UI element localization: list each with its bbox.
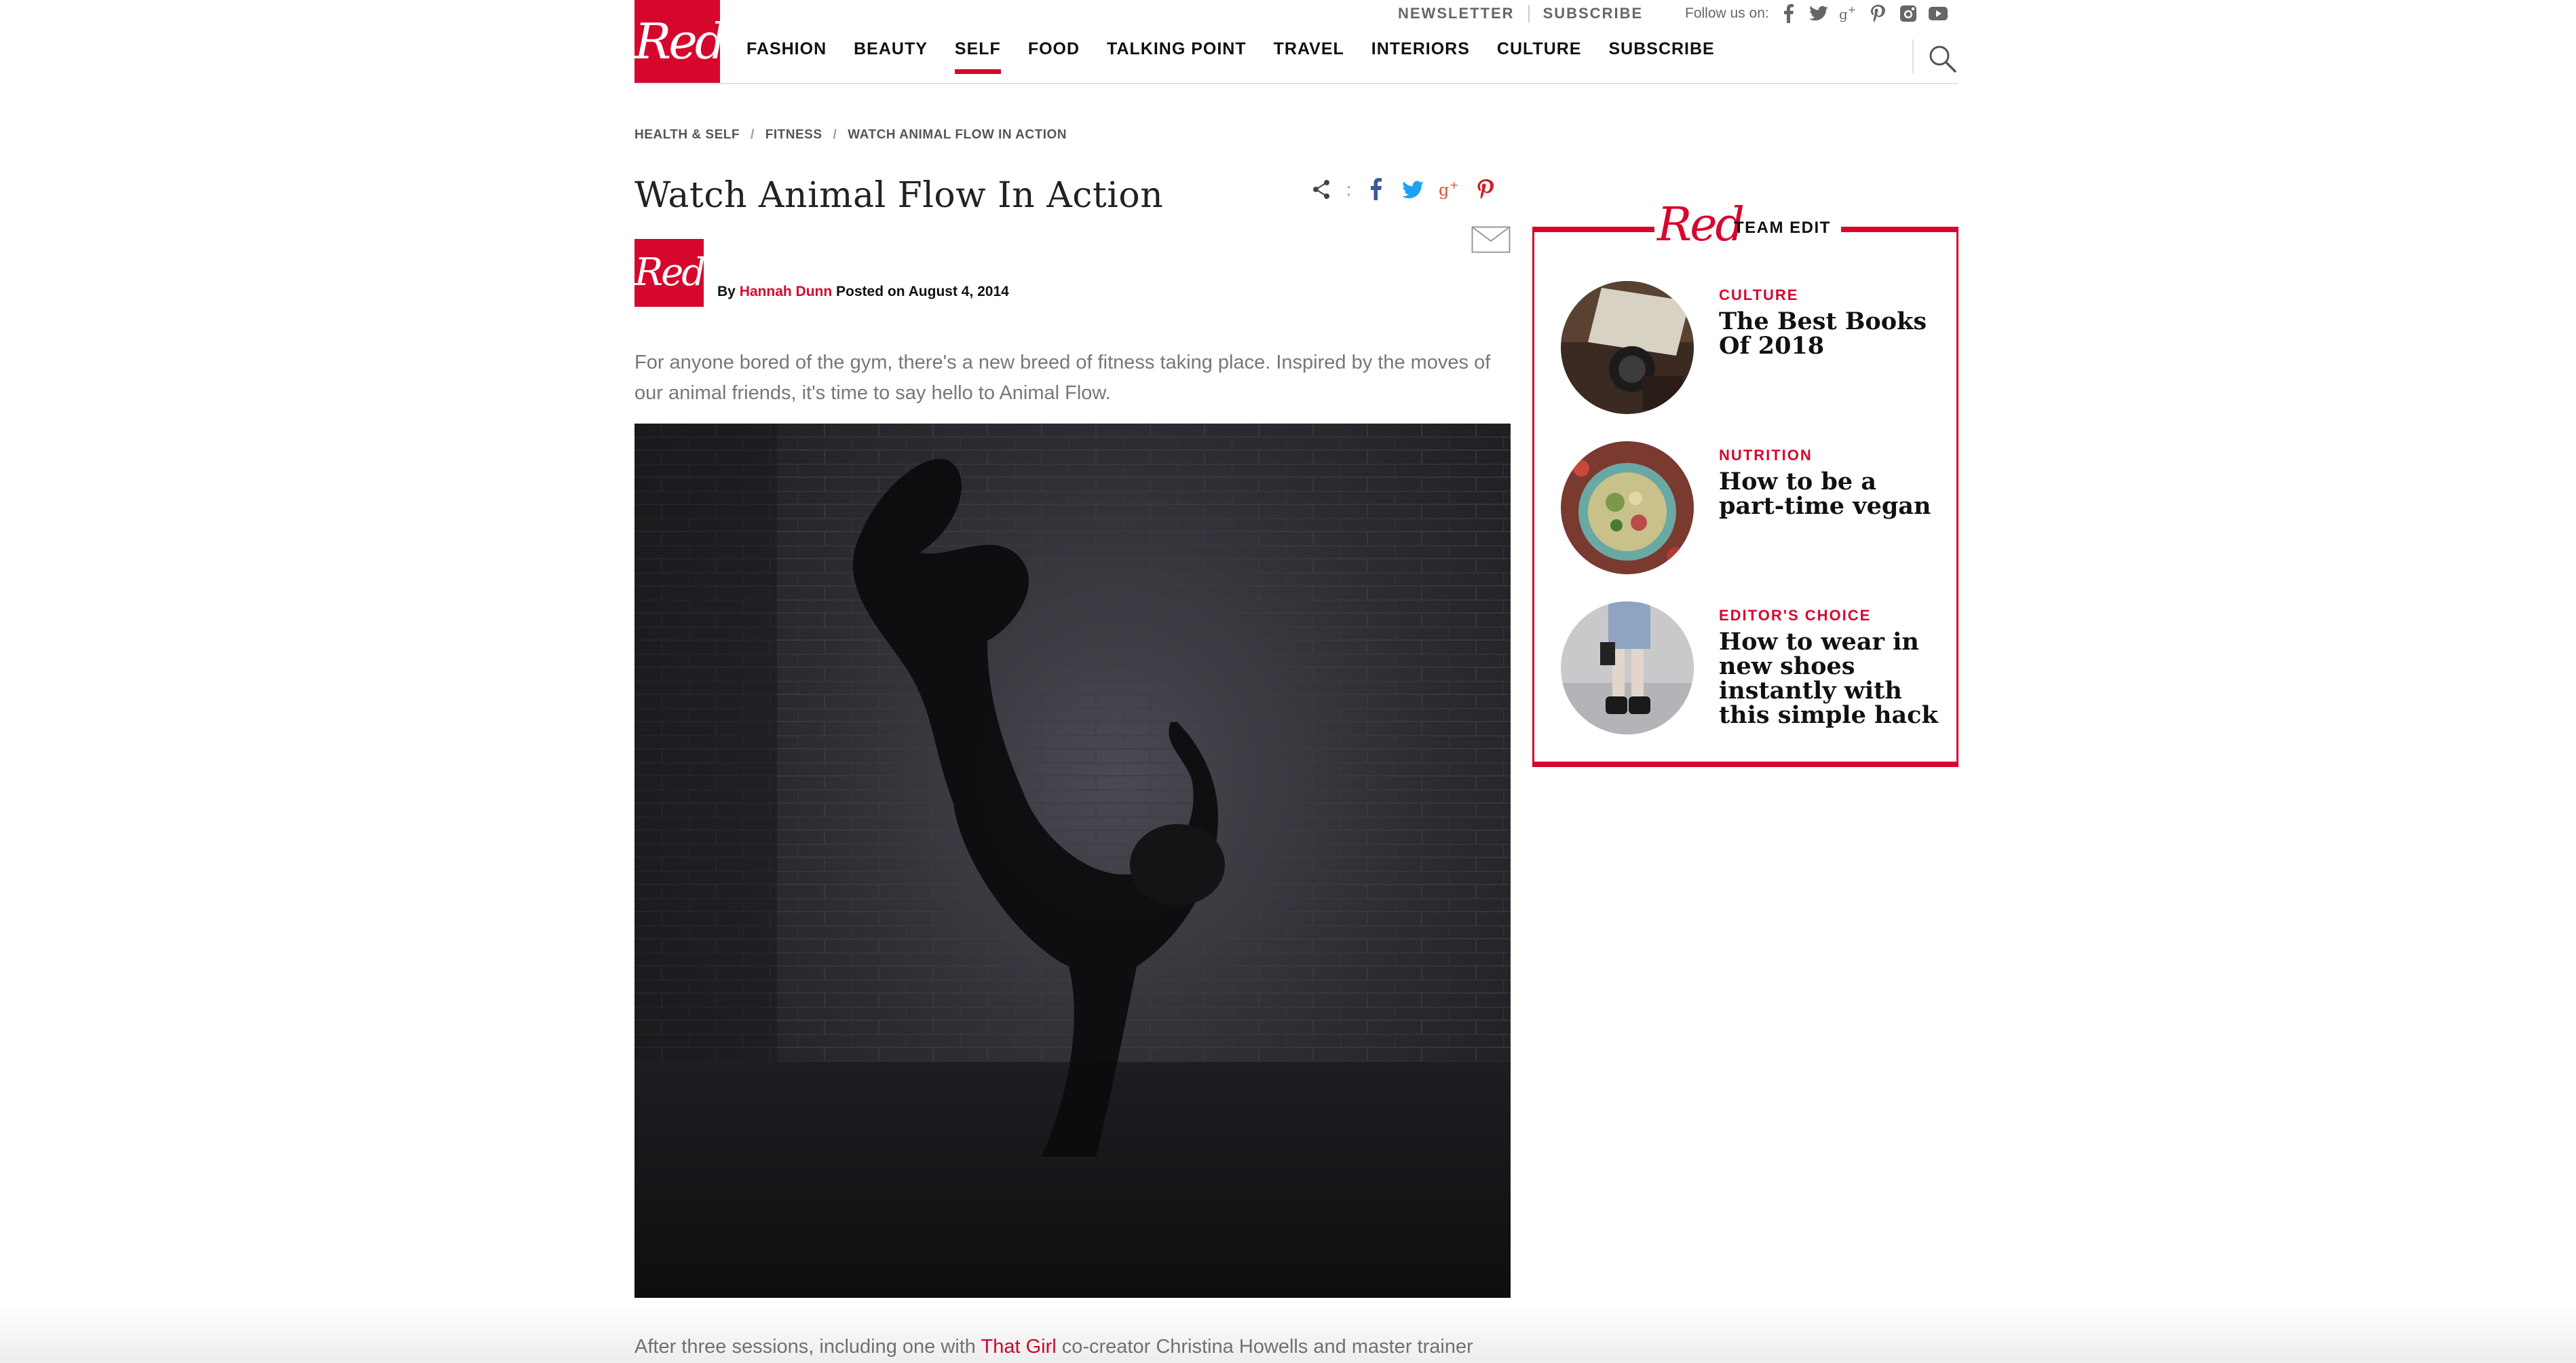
svg-text:g: g [1839,6,1848,22]
follow-us: Follow us on: g + [1685,3,1948,24]
team-edit-title: TEAM EDIT [1734,219,1831,237]
team-edit-logo: Red [1657,198,1745,252]
team-edit-border-right [1841,227,1958,232]
item-category[interactable]: CULTURE [1719,286,1798,304]
search-icon[interactable] [1926,42,1958,75]
facebook-share-icon[interactable] [1365,178,1388,201]
item-category[interactable]: NUTRITION [1719,447,1813,464]
byline: By Hannah Dunn Posted on August 4, 2014 [717,284,1009,300]
nav-culture[interactable]: CULTURE [1497,39,1582,74]
follow-label: Follow us on: [1685,5,1769,21]
pinterest-icon[interactable] [1868,3,1889,24]
vegan-salad-thumbnail[interactable] [1561,441,1694,574]
team-edit-border-left [1532,227,1654,232]
posted-label: Posted on [836,284,905,299]
breadcrumb-fitness[interactable]: FITNESS [765,128,822,143]
nav-talking-point[interactable]: TALKING POINT [1107,39,1247,74]
article-intro: For anyone bored of the gym, there's a n… [634,352,1491,404]
search-divider [1912,39,1914,73]
breadcrumb-separator: / [750,128,755,142]
by-label: By [717,284,736,299]
that-girl-link[interactable]: That Girl [981,1336,1056,1358]
breadcrumb: HEALTH & SELF / FITNESS / WATCH ANIMAL F… [634,128,1067,143]
nav-fashion[interactable]: FASHION [746,39,827,74]
svg-text:+: + [1450,179,1458,191]
youtube-icon[interactable] [1928,3,1948,24]
nav-divider [634,83,1958,84]
team-edit-item[interactable]: EDITOR'S CHOICE How to wear in new shoes… [1561,601,1941,737]
nav-food[interactable]: FOOD [1028,39,1080,74]
facebook-icon[interactable] [1779,3,1799,24]
share-bar: : g + [1310,178,1498,201]
red-logo[interactable]: Red [634,0,726,83]
body-text-start: After three sessions, including one with [634,1336,981,1358]
nav-subscribe[interactable]: SUBSCRIBE [1608,39,1714,74]
top-links-divider [1528,5,1530,22]
breadcrumb-health-self[interactable]: HEALTH & SELF [634,128,740,143]
author-link[interactable]: Hannah Dunn [740,284,833,299]
article-title: Watch Animal Flow In Action [634,175,1164,216]
team-edit-item[interactable]: CULTURE The Best Books Of 2018 [1561,281,1941,417]
share-icon[interactable] [1310,178,1333,201]
nav-interiors[interactable]: INTERIORS [1371,39,1470,74]
nav-beauty[interactable]: BEAUTY [854,39,928,74]
svg-text:+: + [1848,5,1856,16]
newsletter-link[interactable]: NEWSLETTER [1398,5,1515,22]
author-avatar: Red [634,239,706,307]
breadcrumb-current: WATCH ANIMAL FLOW IN ACTION [848,128,1067,142]
mail-icon[interactable] [1471,226,1511,253]
article-body: After three sessions, including one with… [634,1332,1517,1362]
twitter-share-icon[interactable] [1401,178,1424,201]
item-headline[interactable]: How to wear in new shoes instantly with … [1719,630,1943,728]
post-date: August 4, 2014 [908,284,1009,299]
svg-text:g: g [1439,181,1449,200]
shoes-thumbnail[interactable] [1561,601,1694,734]
item-headline[interactable]: The Best Books Of 2018 [1719,310,1943,358]
instagram-icon[interactable] [1898,3,1918,24]
books-thumbnail[interactable] [1561,281,1694,414]
top-links: NEWSLETTER SUBSCRIBE [1398,3,1643,24]
pinterest-share-icon[interactable] [1475,178,1498,201]
twitter-icon[interactable] [1808,3,1829,24]
breadcrumb-separator: / [833,128,837,142]
main-nav: FASHION BEAUTY SELF FOOD TALKING POINT T… [746,39,1715,74]
team-edit-item[interactable]: NUTRITION How to be a part-time vegan [1561,441,1941,577]
nav-travel[interactable]: TRAVEL [1274,39,1344,74]
share-separator: : [1346,179,1352,200]
item-category[interactable]: EDITOR'S CHOICE [1719,607,1871,624]
subscribe-link[interactable]: SUBSCRIBE [1543,5,1644,22]
google-plus-share-icon[interactable]: g + [1438,178,1461,201]
google-plus-icon[interactable]: g + [1838,3,1859,24]
item-headline[interactable]: How to be a part-time vegan [1719,470,1943,519]
hero-video-still[interactable] [634,424,1511,1298]
nav-self[interactable]: SELF [954,39,1001,74]
body-text-end: co-creator Christina Howells and master … [1056,1336,1473,1358]
